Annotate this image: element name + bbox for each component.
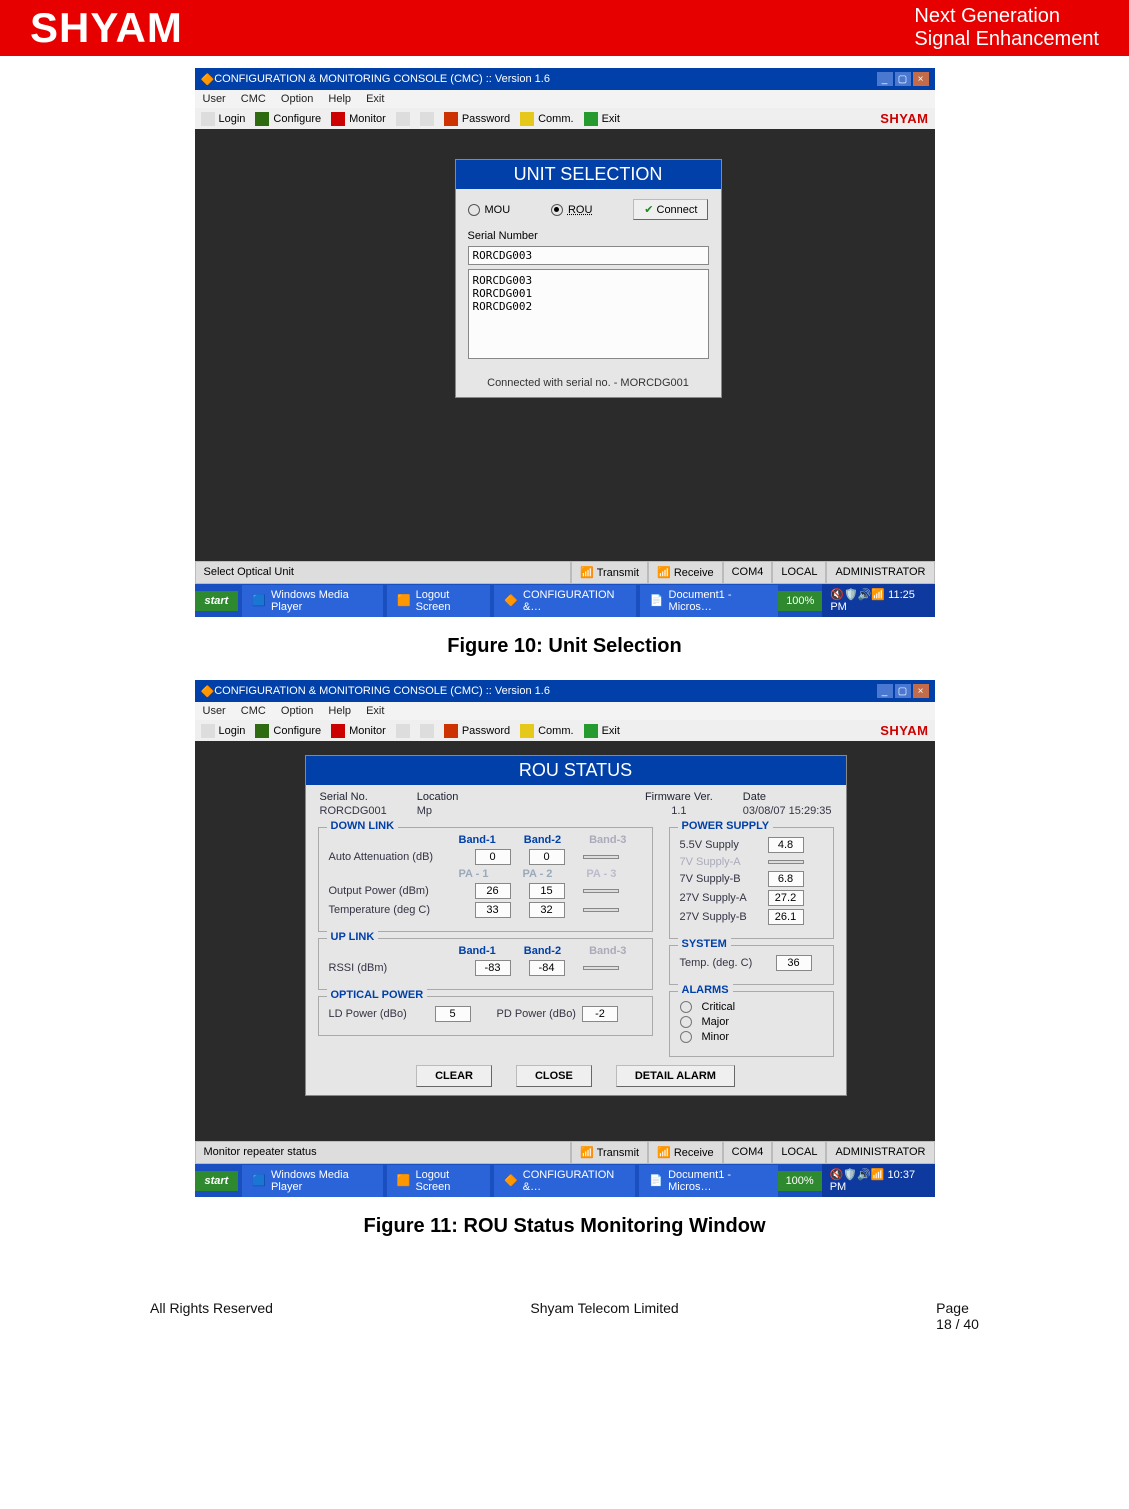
toolbar-2: Login Configure Monitor Password Comm. E… <box>195 720 935 741</box>
uplink-group: UP LINK Band-1 Band-2 Band-3 RSSI (dBm) … <box>318 938 653 990</box>
status-com: COM4 <box>723 561 773 584</box>
minimize-button[interactable]: _ <box>877 72 893 86</box>
toolbar: Login Configure Monitor Password Comm. E… <box>195 108 935 129</box>
status-text: Select Optical Unit <box>195 561 572 584</box>
doc-header: SHYAM Next Generation Signal Enhancement <box>0 0 1129 56</box>
figure-10-caption: Figure 10: Unit Selection <box>130 635 999 658</box>
unit-selection-panel: UNIT SELECTION MOU ROU ✔ Connect Serial … <box>455 159 722 398</box>
status-transmit: 📶 Transmit <box>571 561 648 584</box>
tb-disabled2 <box>420 112 434 126</box>
page-footer: All Rights Reserved Shyam Telecom Limite… <box>130 1260 999 1342</box>
power-supply-group: POWER SUPPLY 5.5V Supply4.8 7V Supply-A … <box>669 827 834 939</box>
optical-group: OPTICAL POWER LD Power (dBo) 5 PD Power … <box>318 996 653 1036</box>
window-title-bar-2: 🔶 CONFIGURATION & MONITORING CONSOLE (CM… <box>195 680 935 702</box>
downlink-group: DOWN LINK Band-1 Band-2 Band-3 Auto Atte… <box>318 827 653 932</box>
footer-left: All Rights Reserved <box>150 1300 273 1332</box>
tb-exit[interactable]: Exit <box>584 112 620 126</box>
clear-button[interactable]: CLEAR <box>416 1065 492 1087</box>
toolbar-brand: SHYAM <box>880 111 928 126</box>
status-bar: Select Optical Unit 📶 Transmit 📶 Receive… <box>195 561 935 584</box>
serial-input[interactable]: RORCDG003 <box>468 246 709 265</box>
close-button[interactable]: × <box>913 684 929 698</box>
screenshot-rou-status: 🔶 CONFIGURATION & MONITORING CONSOLE (CM… <box>195 680 935 1197</box>
status-bar-2: Monitor repeater status 📶 Transmit 📶 Rec… <box>195 1141 935 1164</box>
window-buttons: _ ▢ × <box>877 72 929 86</box>
rou-status-panel: ROU STATUS Serial No.RORCDG001 LocationM… <box>305 755 847 1096</box>
rou-title: ROU STATUS <box>306 756 846 785</box>
radio-mou[interactable]: MOU <box>468 204 511 216</box>
windows-taskbar-2: start 🟦 Windows Media Player 🟧 Logout Sc… <box>195 1164 935 1197</box>
app-canvas: UNIT SELECTION MOU ROU ✔ Connect Serial … <box>195 129 935 561</box>
brand-logo: SHYAM <box>30 4 183 52</box>
menu-help[interactable]: Help <box>328 93 351 105</box>
menu-option[interactable]: Option <box>281 93 313 105</box>
detail-alarm-button[interactable]: DETAIL ALARM <box>616 1065 735 1087</box>
footer-center: Shyam Telecom Limited <box>530 1300 678 1332</box>
connect-button[interactable]: ✔ Connect <box>633 199 708 220</box>
menu-cmc[interactable]: CMC <box>241 93 266 105</box>
windows-taskbar: start 🟦 Windows Media Player 🟧 Logout Sc… <box>195 584 935 617</box>
menu-exit[interactable]: Exit <box>366 93 384 105</box>
app-canvas-2: ROU STATUS Serial No.RORCDG001 LocationM… <box>195 741 935 1141</box>
system-group: SYSTEM Temp. (deg. C)36 <box>669 945 834 985</box>
serial-listbox[interactable]: RORCDG003 RORCDG001 RORCDG002 <box>468 269 709 359</box>
tb-monitor[interactable]: Monitor <box>331 112 386 126</box>
taskbar-app-cmc[interactable]: 🔶 CONFIGURATION &… <box>494 585 636 617</box>
tb-configure[interactable]: Configure <box>255 112 321 126</box>
menu-bar-2: User CMC Option Help Exit <box>195 702 935 720</box>
start-button[interactable]: start <box>195 591 239 611</box>
status-user: ADMINISTRATOR <box>826 561 934 584</box>
panel-status: Connected with serial no. - MORCDG001 <box>456 369 721 397</box>
minimize-button[interactable]: _ <box>877 684 893 698</box>
taskbar-percent: 100% <box>778 591 822 611</box>
rou-top-row: Serial No.RORCDG001 LocationMp Firmware … <box>320 791 832 817</box>
screenshot-unit-selection: 🔶 CONFIGURATION & MONITORING CONSOLE (CM… <box>195 68 935 617</box>
app-icon: 🔶 <box>201 685 215 698</box>
close-button[interactable]: × <box>913 72 929 86</box>
panel-title: UNIT SELECTION <box>456 160 721 189</box>
status-receive: 📶 Receive <box>648 561 723 584</box>
window-title-bar: 🔶 CONFIGURATION & MONITORING CONSOLE (CM… <box>195 68 935 90</box>
status-mode: LOCAL <box>772 561 826 584</box>
taskbar-app-word[interactable]: 📄 Document1 - Micros… <box>640 585 778 617</box>
system-tray: 🔇🛡️🔊📶 11:25 PM <box>822 584 934 617</box>
brand-tagline: Next Generation Signal Enhancement <box>914 5 1099 51</box>
maximize-button[interactable]: ▢ <box>895 72 911 86</box>
figure-11-caption: Figure 11: ROU Status Monitoring Window <box>130 1215 999 1238</box>
alarms-group: ALARMS Critical Major Minor <box>669 991 834 1057</box>
radio-rou[interactable]: ROU <box>551 204 592 216</box>
led-critical <box>680 1001 692 1013</box>
close-button2[interactable]: CLOSE <box>516 1065 592 1087</box>
maximize-button[interactable]: ▢ <box>895 684 911 698</box>
footer-right: Page18 / 40 <box>936 1300 979 1332</box>
taskbar-app-wmp[interactable]: 🟦 Windows Media Player <box>242 585 383 617</box>
menu-user[interactable]: User <box>203 93 226 105</box>
serial-label: Serial Number <box>468 230 709 242</box>
led-minor <box>680 1031 692 1043</box>
menu-bar: User CMC Option Help Exit <box>195 90 935 108</box>
tb-comm[interactable]: Comm. <box>520 112 573 126</box>
window-title: CONFIGURATION & MONITORING CONSOLE (CMC)… <box>214 73 876 85</box>
tb-disabled1 <box>396 112 410 126</box>
led-major <box>680 1016 692 1028</box>
tb-password[interactable]: Password <box>444 112 510 126</box>
taskbar-app-logout[interactable]: 🟧 Logout Screen <box>387 585 490 617</box>
app-icon: 🔶 <box>201 73 215 86</box>
window-title-2: CONFIGURATION & MONITORING CONSOLE (CMC)… <box>214 685 876 697</box>
tb-login[interactable]: Login <box>201 112 246 126</box>
